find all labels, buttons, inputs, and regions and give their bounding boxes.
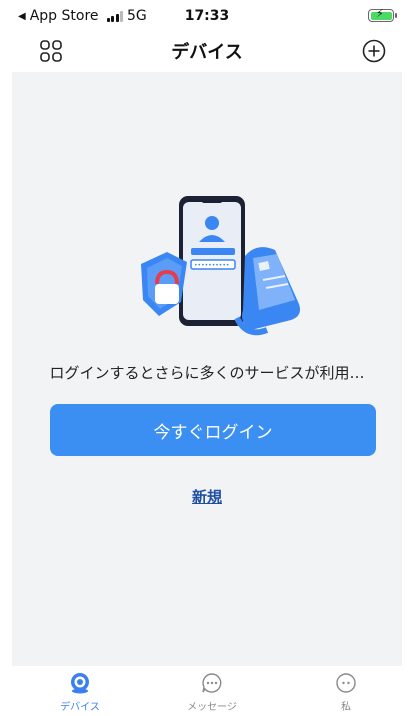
battery-icon: ⚡ [368,7,397,22]
main-content: •••••••••• ログインするとさらに多くのサービスが利用… 今すぐログイン… [12,72,402,666]
tab-profile-label: 私 [341,702,351,713]
tab-messages-label: メッセージ [187,702,237,713]
nav-header: デバイス [0,32,414,72]
page-title: デバイス [171,42,243,63]
plus-circle-icon [362,39,386,63]
tab-devices[interactable]: デバイス [30,672,130,713]
message-icon [202,673,222,693]
tab-bar: デバイス メッセージ 私 [0,666,414,716]
login-now-button[interactable]: 今すぐログイン [50,404,376,456]
device-icon [71,673,89,694]
login-prompt-text: ログインするとさらに多くのサービスが利用… [49,364,365,382]
profile-icon [336,673,356,693]
login-illustration: •••••••••• [141,196,300,336]
register-link-container: 新規 [12,486,402,507]
register-link[interactable]: 新規 [192,488,222,506]
tab-devices-label: デバイス [60,702,100,713]
tab-messages[interactable]: メッセージ [162,672,262,713]
tab-profile[interactable]: 私 [296,672,396,713]
status-bar: ◀ App Store 5G 17:33 ⚡ [0,0,414,32]
add-device-button[interactable] [362,39,386,63]
status-time: 17:33 [184,8,230,24]
svg-text:••••••••••: •••••••••• [194,262,229,269]
